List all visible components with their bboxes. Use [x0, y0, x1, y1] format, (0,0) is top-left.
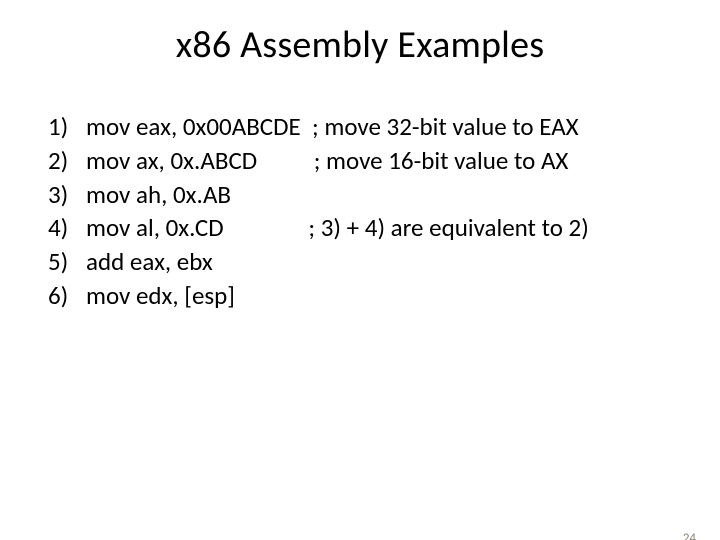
item-number: 4) — [48, 211, 86, 245]
list-item: 3) mov ah, 0x.AB — [48, 178, 680, 212]
list-item: 4) mov al, 0x.CD ; 3) + 4) are equivalen… — [48, 211, 680, 245]
list-item: 2) mov ax, 0x.ABCD ; move 16-bit value t… — [48, 144, 680, 178]
list-item: 5) add eax, ebx — [48, 245, 680, 279]
item-text: mov ax, 0x.ABCD ; move 16-bit value to A… — [86, 144, 568, 178]
list-item: 6) mov edx, [esp] — [48, 279, 680, 313]
page-number: 24 — [683, 531, 696, 540]
item-text: add eax, ebx — [86, 245, 213, 279]
list-item: 1) mov eax, 0x00ABCDE ; move 32-bit valu… — [48, 110, 680, 144]
item-number: 2) — [48, 144, 86, 178]
example-list: 1) mov eax, 0x00ABCDE ; move 32-bit valu… — [0, 110, 720, 313]
slide: x86 Assembly Examples 1) mov eax, 0x00AB… — [0, 22, 720, 540]
item-number: 6) — [48, 279, 86, 313]
item-text: mov eax, 0x00ABCDE ; move 32-bit value t… — [86, 110, 579, 144]
item-number: 5) — [48, 245, 86, 279]
item-number: 1) — [48, 110, 86, 144]
item-number: 3) — [48, 178, 86, 212]
item-text: mov al, 0x.CD ; 3) + 4) are equivalent t… — [86, 211, 589, 245]
item-text: mov ah, 0x.AB — [86, 178, 231, 212]
item-text: mov edx, [esp] — [86, 279, 235, 313]
slide-title: x86 Assembly Examples — [0, 22, 720, 68]
